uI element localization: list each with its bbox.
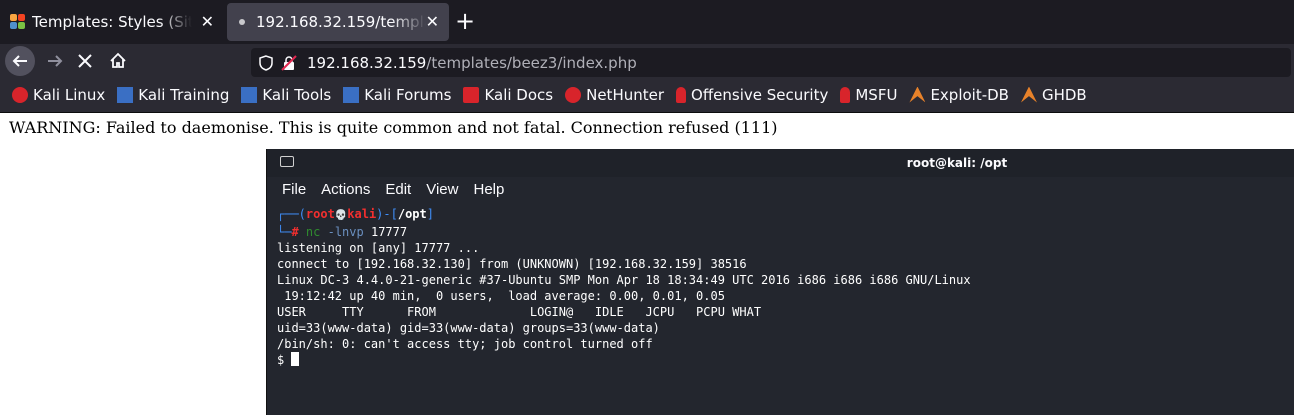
bookmark-msfu[interactable]: MSFU	[840, 86, 897, 104]
url-host: 192.168.32.159	[307, 53, 427, 72]
menu-view[interactable]: View	[426, 181, 458, 198]
url-bar[interactable]: 192.168.32.159/templates/beez3/index.php	[251, 48, 1291, 77]
bookmark-kali-linux[interactable]: Kali Linux	[12, 86, 105, 104]
bookmark-label: Offensive Security	[691, 85, 829, 104]
bookmark-label: NetHunter	[586, 85, 665, 104]
home-icon	[110, 52, 126, 68]
prompt-user: root	[305, 207, 335, 221]
tab-bar: Templates: Styles (Site) - ✕ 192.168.32.…	[0, 0, 1294, 44]
tab-title: 192.168.32.159/templates/beez3/index.php	[256, 13, 426, 31]
close-icon	[78, 54, 92, 68]
command-port: 17777	[370, 225, 408, 239]
forward-button[interactable]	[40, 46, 70, 76]
bookmark-kali-docs[interactable]: Kali Docs	[463, 86, 553, 104]
prompt-frame: )-[	[376, 207, 398, 221]
bookmark-label: MSFU	[855, 85, 898, 104]
output-line: uid=33(www-data) gid=33(www-data) groups…	[277, 321, 660, 335]
arrow-right-icon	[48, 55, 63, 67]
shell-prompt: $	[277, 353, 292, 367]
back-button[interactable]	[5, 46, 35, 76]
bookmark-ghdb[interactable]: GHDB	[1020, 85, 1087, 104]
nethunter-icon	[565, 86, 582, 103]
url-text: 192.168.32.159/templates/beez3/index.php	[307, 54, 637, 72]
bookmark-label: Kali Docs	[484, 85, 554, 104]
msfu-icon	[840, 86, 851, 103]
prompt-line-1: ┌──(root💀kali)-[/opt]	[277, 206, 971, 224]
prompt-host: kali	[347, 207, 377, 221]
text-cursor	[291, 352, 300, 366]
terminal-icon	[280, 156, 294, 167]
prompt-frame: └─	[277, 225, 292, 239]
output-line: connect to [192.168.32.130] from (UNKNOW…	[277, 257, 747, 271]
bookmark-label: Kali Forums	[364, 85, 452, 104]
bookmark-label: Kali Training	[138, 85, 230, 104]
warning-message: WARNING: Failed to daemonise. This is qu…	[9, 118, 778, 137]
shield-icon[interactable]	[259, 54, 273, 71]
kali-tools-icon	[241, 86, 258, 103]
skull-icon: 💀	[334, 210, 348, 221]
stop-button[interactable]	[70, 46, 100, 76]
bookmark-exploit-db[interactable]: Exploit-DB	[909, 86, 1009, 104]
terminal-title: root@kali: /opt	[906, 156, 1008, 170]
menu-file[interactable]: File	[282, 181, 306, 198]
output-line: USER TTY FROM LOGIN@ IDLE JCPU PCPU WHAT	[277, 305, 762, 319]
navigation-bar: 192.168.32.159/templates/beez3/index.php	[0, 44, 1294, 77]
bookmark-label: Kali Linux	[33, 85, 106, 104]
tab-title: Templates: Styles (Site) -	[32, 13, 192, 31]
bookmark-kali-tools[interactable]: Kali Tools	[241, 86, 331, 104]
shell-prompt-line: $	[277, 352, 971, 368]
exploitdb-icon	[909, 86, 926, 103]
close-tab-icon[interactable]: ✕	[201, 12, 214, 31]
prompt-hash: #	[291, 225, 299, 239]
prompt-frame: ]	[426, 207, 434, 221]
output-line: Linux DC-3 4.4.0-21-generic #37-Ubuntu S…	[277, 273, 971, 287]
tab-active-page[interactable]: 192.168.32.159/templates/beez3/index.php…	[227, 3, 449, 41]
prompt-frame: ┌──(	[277, 207, 306, 221]
bookmarks-toolbar: Kali Linux Kali Training Kali Tools Kali…	[0, 77, 1294, 113]
kali-forums-icon	[343, 86, 360, 103]
bookmark-kali-training[interactable]: Kali Training	[117, 86, 229, 104]
terminal-window[interactable]: root@kali: /opt File Actions Edit View H…	[266, 149, 1294, 415]
output-line: listening on [any] 17777 ...	[277, 241, 480, 255]
bookmark-nethunter[interactable]: NetHunter	[565, 86, 664, 104]
bookmark-kali-forums[interactable]: Kali Forums	[343, 86, 451, 104]
bookmark-offensive-security[interactable]: Offensive Security	[676, 86, 828, 104]
close-tab-icon[interactable]: ✕	[426, 12, 439, 31]
bookmark-label: Exploit-DB	[930, 85, 1009, 104]
command-name: nc	[305, 225, 321, 239]
terminal-output[interactable]: ┌──(root💀kali)-[/opt] └─# nc -lnvp 17777 l…	[277, 206, 971, 368]
insecure-lock-icon[interactable]	[281, 54, 297, 71]
output-line: 19:12:42 up 40 min, 0 users, load averag…	[277, 289, 725, 303]
menu-actions[interactable]: Actions	[321, 181, 370, 198]
bookmark-label: Kali Tools	[262, 85, 332, 104]
tab-templates-styles[interactable]: Templates: Styles (Site) - ✕	[2, 3, 224, 41]
arrow-left-icon	[12, 55, 27, 67]
home-button[interactable]	[103, 46, 133, 76]
ghdb-icon	[1020, 86, 1037, 103]
kali-docs-icon	[463, 86, 480, 103]
bookmark-label: GHDB	[1041, 85, 1087, 104]
kali-training-icon	[117, 86, 134, 103]
terminal-menubar: File Actions Edit View Help	[267, 177, 504, 201]
url-path: /templates/beez3/index.php	[426, 53, 637, 72]
new-tab-button[interactable]: +	[455, 8, 475, 34]
offsec-icon	[676, 86, 687, 103]
menu-help[interactable]: Help	[473, 181, 504, 198]
terminal-titlebar[interactable]: root@kali: /opt	[267, 149, 1294, 177]
output-line: /bin/sh: 0: can't access tty; job contro…	[277, 337, 653, 351]
loading-dot-icon	[239, 19, 245, 25]
prompt-dir: /opt	[397, 207, 427, 221]
menu-edit[interactable]: Edit	[385, 181, 411, 198]
command-args: -lnvp	[327, 225, 364, 239]
joomla-icon	[10, 14, 26, 30]
prompt-line-2: └─# nc -lnvp 17777	[277, 224, 971, 240]
kali-icon	[12, 86, 28, 103]
